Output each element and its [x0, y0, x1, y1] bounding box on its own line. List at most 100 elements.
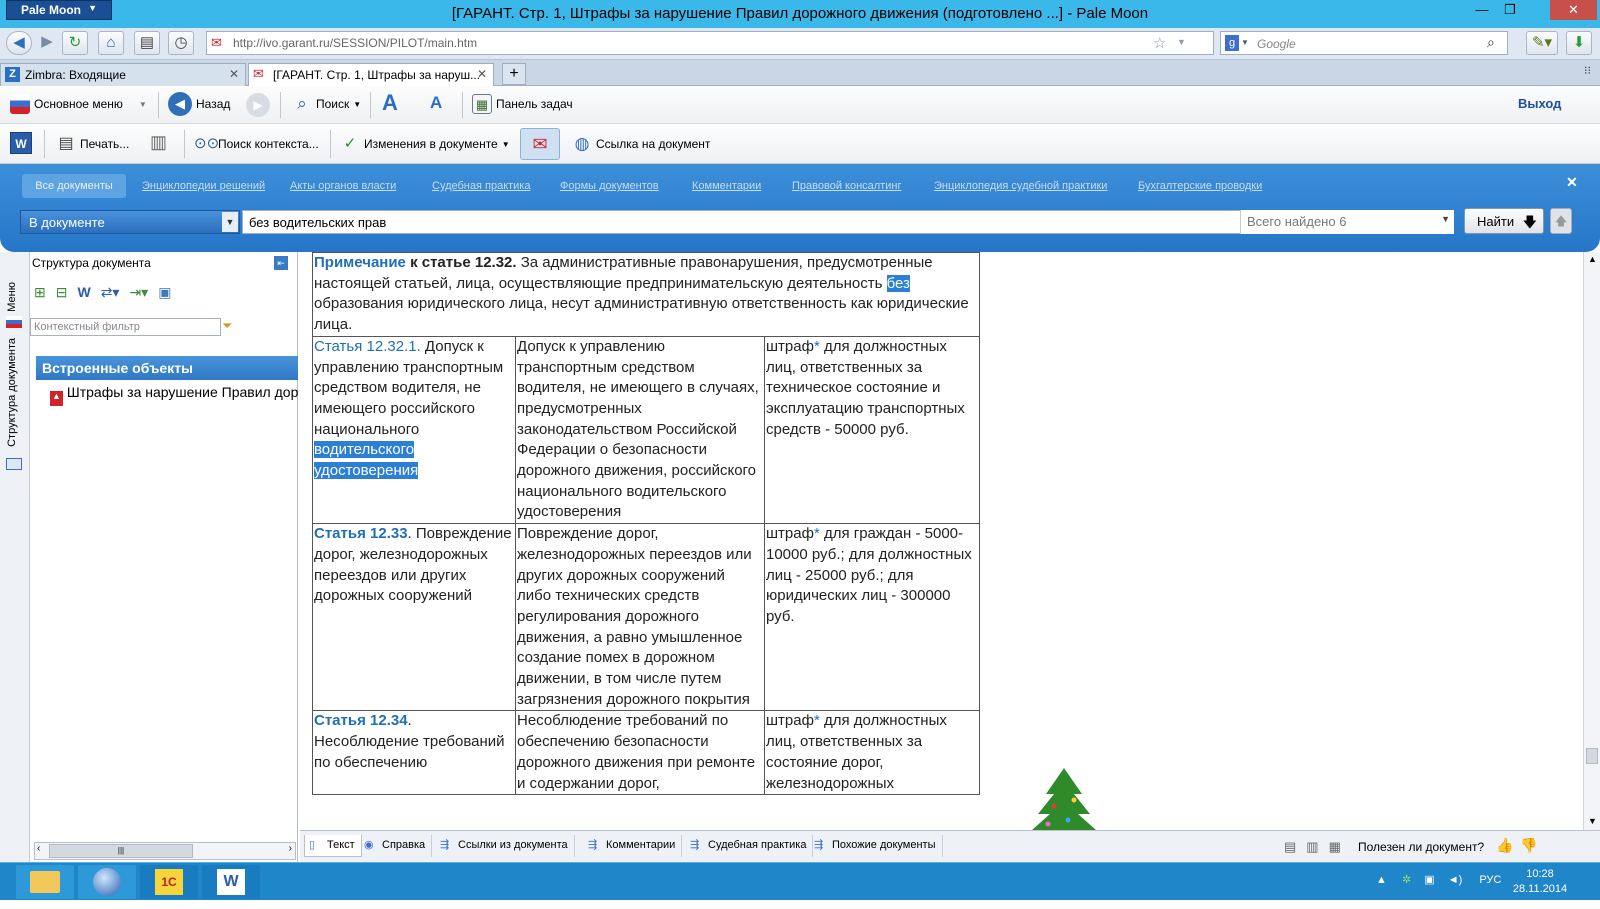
- thumbs-up-icon[interactable]: 👍: [1496, 837, 1513, 854]
- forward-button[interactable]: ▶: [246, 93, 270, 117]
- separator: [462, 92, 463, 118]
- find-button[interactable]: Найти 🡇: [1464, 208, 1544, 234]
- scroll-down-icon[interactable]: ▼: [1588, 816, 1597, 826]
- thumbs-down-icon[interactable]: 👎: [1520, 837, 1537, 854]
- tab-text[interactable]: ▯ Текст: [304, 835, 362, 857]
- back-icon[interactable]: ◀: [6, 31, 32, 55]
- expand-all-icon[interactable]: ⊞: [34, 284, 46, 301]
- engine-dropdown-icon[interactable]: ▼: [1241, 38, 1249, 47]
- close-window-button[interactable]: ✕: [1550, 0, 1597, 20]
- reload-icon[interactable]: ↻: [62, 31, 88, 55]
- section-all-documents[interactable]: Все документы: [22, 174, 126, 198]
- close-tab-icon[interactable]: ✕: [229, 67, 239, 81]
- found-count-select[interactable]: Всего найдено 6 ▼: [1240, 210, 1454, 234]
- web-search-bar[interactable]: g ▼ Google ⌕: [1220, 31, 1508, 55]
- show-hidden-icons[interactable]: ▲: [1376, 874, 1387, 886]
- font-increase-icon[interactable]: A: [382, 90, 398, 116]
- exit-link[interactable]: Выход: [1518, 96, 1561, 111]
- palemoon-taskbar-icon[interactable]: [78, 865, 136, 899]
- new-tab-button[interactable]: +: [502, 63, 526, 85]
- print-icon[interactable]: ▤: [134, 31, 160, 55]
- history-back-icon[interactable]: ▤: [1284, 839, 1296, 855]
- section-court-practice[interactable]: Судебная практика: [432, 180, 530, 192]
- scroll-right-icon[interactable]: ›: [289, 843, 292, 854]
- filter-icon[interactable]: ⏷: [222, 318, 232, 334]
- compare-icon[interactable]: ▦: [1329, 839, 1341, 855]
- note-link[interactable]: Примечание: [314, 254, 406, 271]
- task-panel-button[interactable]: ▦ Панель задач: [472, 94, 573, 114]
- bookmark-star-icon[interactable]: ☆: [1153, 34, 1166, 52]
- font-decrease-icon[interactable]: A: [430, 93, 442, 113]
- print-button[interactable]: ▤ Печать...: [56, 134, 129, 154]
- url-bar[interactable]: ✉ http://ivo.garant.ru/SESSION/PILOT/mai…: [206, 31, 1214, 55]
- network-status-icon[interactable]: ✲: [1402, 874, 1411, 886]
- search-scope-select[interactable]: В документе ▼: [20, 210, 240, 234]
- pages-icon[interactable]: ▥: [1306, 839, 1318, 855]
- article-link[interactable]: Статья 12.34: [314, 712, 408, 729]
- download-icon[interactable]: ⬇: [1566, 31, 1592, 55]
- url-dropdown-icon[interactable]: ▼: [1177, 37, 1186, 47]
- section-accounting-entries[interactable]: Бухгалтерские проводки: [1138, 180, 1262, 192]
- tab-similar-documents[interactable]: ⇶ Похожие документы: [810, 835, 943, 857]
- context-search-button[interactable]: ⊙⊙ Поиск контекста...: [194, 134, 319, 154]
- article-link[interactable]: Статья 12.33: [314, 525, 408, 542]
- context-filter-input[interactable]: Контекстный фильтр: [30, 318, 221, 336]
- scroll-thumb[interactable]: |||: [49, 844, 193, 858]
- clock[interactable]: 10:28 28.11.2014: [1500, 867, 1580, 897]
- home-icon[interactable]: ⌂: [98, 31, 124, 55]
- tab-zimbra[interactable]: Z Zimbra: Входящие ✕: [0, 63, 246, 86]
- document-link-button[interactable]: ◍ Ссылка на документ: [572, 134, 711, 154]
- search-menu-button[interactable]: ⌕ Поиск ▼: [292, 94, 361, 114]
- collapse-all-icon[interactable]: ⊟: [56, 284, 68, 301]
- side-tab-menu[interactable]: Меню: [6, 282, 18, 312]
- structure-toolbar: ⊞ ⊟ W ⇄▾ ⇥▾ ▣: [34, 284, 171, 301]
- tab-garant[interactable]: ✉ [ГАРАНТ. Стр. 1, Штрафы за наруш... ✕: [248, 63, 494, 86]
- section-government-acts[interactable]: Акты органов власти: [290, 180, 396, 192]
- history-icon[interactable]: ◷: [168, 31, 194, 55]
- scroll-thumb[interactable]: [1586, 748, 1598, 764]
- scroll-up-icon[interactable]: ▲: [1588, 254, 1597, 264]
- 1c-taskbar-icon[interactable]: 1C: [140, 865, 198, 899]
- back-button[interactable]: ◀ Назад: [168, 92, 230, 116]
- article-link[interactable]: Статья 12.32.1.: [314, 338, 421, 355]
- tab-reference[interactable]: ◉ Справка: [360, 835, 433, 857]
- minimize-button[interactable]: —: [1468, 0, 1496, 20]
- addons-icon[interactable]: ✎▾: [1526, 31, 1558, 55]
- network-icon[interactable]: ▣: [1424, 874, 1434, 886]
- explorer-taskbar-icon[interactable]: [16, 865, 74, 899]
- word-icon[interactable]: W: [77, 284, 90, 301]
- section-document-forms[interactable]: Формы документов: [560, 180, 659, 192]
- forward-icon[interactable]: ▶: [34, 31, 60, 55]
- section-decision-encyclopedias[interactable]: Энциклопедии решений: [142, 180, 265, 192]
- preview-icon[interactable]: ▥: [150, 132, 167, 153]
- section-comments[interactable]: Комментарии: [692, 180, 761, 192]
- tab-list-icon[interactable]: ⁝⁝: [1584, 64, 1591, 77]
- side-tab-structure[interactable]: Структура документа: [6, 338, 18, 447]
- export-icon[interactable]: ⇄▾: [101, 284, 120, 301]
- bookmark-icon[interactable]: ⇥▾: [129, 284, 148, 301]
- section-court-practice-encyclopedia[interactable]: Энциклопедия судебной практики: [934, 180, 1107, 192]
- word-export-icon[interactable]: W: [10, 132, 32, 154]
- main-menu-button[interactable]: Основное меню ▼: [10, 94, 147, 114]
- document-changes-button[interactable]: ✓ Изменения в документе ▼: [340, 134, 510, 154]
- word-taskbar-icon[interactable]: W: [202, 865, 260, 899]
- volume-icon[interactable]: ◄): [1448, 874, 1463, 886]
- scroll-left-icon[interactable]: ‹: [37, 843, 40, 854]
- collapse-panel-icon[interactable]: ⇤: [274, 256, 288, 270]
- vertical-scrollbar[interactable]: ▲ ▼: [1583, 252, 1600, 830]
- close-tab-icon[interactable]: ✕: [477, 67, 487, 81]
- tab-court-practice[interactable]: ⇶ Судебная практика: [686, 835, 814, 857]
- maximize-button[interactable]: ❐: [1496, 0, 1524, 20]
- search-icon[interactable]: ⌕: [1487, 34, 1495, 51]
- tab-links-from-document[interactable]: ⇶ Ссылки из документа: [436, 835, 575, 857]
- find-previous-button[interactable]: 🡅: [1550, 208, 1572, 234]
- sync-icon[interactable]: ▣: [158, 284, 171, 301]
- tab-label: Ссылки из документа: [458, 839, 568, 851]
- garant-mail-icon[interactable]: ✉: [520, 128, 560, 160]
- tab-comments[interactable]: ⇶ Комментарии: [584, 835, 683, 857]
- close-panel-icon[interactable]: ✕: [1566, 174, 1578, 191]
- language-indicator[interactable]: РУС: [1479, 874, 1501, 886]
- horizontal-scrollbar[interactable]: ‹ ||| ›: [34, 842, 296, 860]
- tree-item-document[interactable]: ▲ Штрафы за нарушение Правил дорожного д…: [50, 384, 298, 406]
- section-legal-consulting[interactable]: Правовой консалтинг: [792, 180, 901, 192]
